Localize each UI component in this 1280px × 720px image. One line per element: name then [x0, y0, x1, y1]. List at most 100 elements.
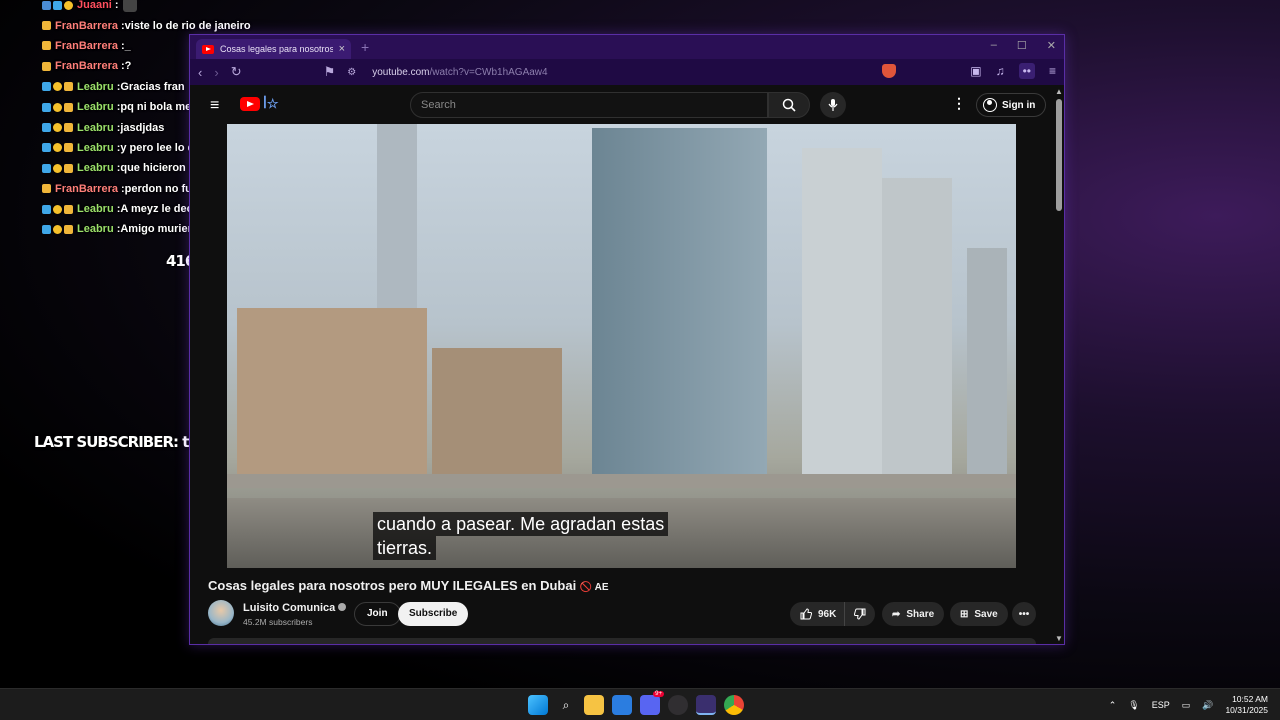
description-box[interactable] — [208, 638, 1036, 644]
obs-icon[interactable] — [668, 695, 688, 715]
chrome-icon[interactable] — [724, 695, 744, 715]
chat-username: FranBarrera — [55, 39, 118, 52]
coin-badge-icon — [53, 82, 62, 92]
thumbs-down-icon — [854, 608, 866, 620]
youtube-doodle-icon[interactable]: ꟾ☆ — [263, 96, 279, 112]
channel-name[interactable]: Luisito Comunica — [243, 602, 347, 614]
far-tower — [967, 248, 1007, 488]
white-tower-right — [882, 178, 952, 488]
caption-line-1: cuando a pasear. Me agradan estas — [373, 512, 669, 536]
subscriber-count: 45.2M subscribers — [243, 617, 313, 627]
chevron-up-icon[interactable]: ⌃ — [1109, 700, 1117, 711]
crown-badge-icon — [64, 123, 73, 133]
coin-badge-icon — [53, 143, 62, 153]
bookmark-icon[interactable]: ⚑ — [324, 64, 336, 80]
video-player[interactable]: cuando a pasear. Me agradan estas tierra… — [227, 124, 1016, 568]
tab-close-icon[interactable]: × — [339, 43, 345, 55]
language-indicator[interactable]: ESP — [1152, 700, 1170, 710]
file-explorer-icon[interactable] — [584, 695, 604, 715]
reload-icon[interactable]: ↻ — [231, 64, 242, 80]
chat-username: Leabru — [77, 141, 114, 154]
channel-name-text: Luisito Comunica — [243, 602, 336, 614]
chat-text: viste lo de rio de janeiro — [124, 19, 251, 32]
save-button[interactable]: ⊞ Save — [950, 602, 1008, 626]
channel-avatar[interactable] — [208, 600, 234, 626]
background-tower — [377, 124, 417, 328]
cube-badge-icon — [42, 163, 51, 173]
scroll-thumb[interactable] — [1056, 99, 1062, 211]
network-icon[interactable]: ▭ — [1182, 700, 1191, 711]
chat-message: Juaani: — [42, 0, 342, 15]
chat-badges — [42, 224, 73, 234]
wallet-icon[interactable]: •• — [1018, 63, 1035, 79]
like-button[interactable]: 96K — [790, 602, 847, 626]
chat-username: Leabru — [77, 223, 114, 236]
microphone-tray-icon[interactable]: 🎙 — [1128, 700, 1139, 711]
new-tab-button[interactable]: + — [361, 39, 369, 55]
minimize-button[interactable]: – — [991, 39, 997, 52]
join-button[interactable]: Join — [354, 602, 401, 626]
coin-badge-icon — [53, 224, 62, 234]
chat-emote-icon — [122, 0, 137, 13]
coin-badge-icon — [64, 0, 73, 10]
chat-badges — [42, 184, 51, 194]
search-button[interactable] — [768, 92, 810, 118]
address-bar[interactable]: youtube.com/watch?v=CWb1hAGAaw4 — [372, 67, 547, 78]
chat-badges — [42, 123, 73, 133]
subscribe-button[interactable]: Subscribe — [398, 602, 469, 626]
youtube-logo-icon[interactable] — [240, 97, 260, 111]
start-icon[interactable] — [528, 695, 548, 715]
like-count: 96K — [818, 608, 837, 620]
close-window-button[interactable]: ✕ — [1047, 39, 1056, 52]
sign-in-button[interactable]: Sign in — [976, 93, 1047, 117]
share-button[interactable]: ➦ Share — [882, 602, 945, 626]
brave-shield-icon[interactable] — [882, 64, 897, 78]
hamburger-menu-icon[interactable]: ≡ — [210, 97, 219, 115]
search-taskbar-icon[interactable]: ⌕ — [556, 695, 576, 715]
page-scrollbar[interactable]: ▲ ▼ — [1055, 87, 1063, 643]
share-icon: ➦ — [892, 608, 901, 620]
brave-browser-icon[interactable] — [696, 695, 716, 715]
url-path: /watch?v=CWb1hAGAaw4 — [429, 66, 548, 78]
maximize-button[interactable]: ☐ — [1017, 39, 1027, 52]
menu-icon[interactable]: ≡ — [1049, 64, 1056, 78]
browser-window: Cosas legales para nosotros pero MUY ILE… — [189, 34, 1065, 645]
crown-badge-icon — [64, 224, 73, 234]
voice-search-button[interactable] — [820, 92, 846, 118]
back-icon[interactable]: ‹ — [198, 65, 202, 80]
youtube-page: ≡ ꟾ☆ Search ⋮ Sign in cuando a pasear. M… — [190, 85, 1056, 644]
crown-badge-icon — [64, 82, 73, 92]
account-icon — [983, 98, 997, 112]
crown-badge-icon — [64, 102, 73, 112]
reader-mode-icon[interactable]: ▣ — [970, 64, 981, 78]
browser-tab[interactable]: Cosas legales para nosotros pero MUY ILE… — [196, 39, 351, 59]
store-icon[interactable] — [612, 695, 632, 715]
settings-kebab-icon[interactable]: ⋮ — [952, 95, 966, 112]
white-tower-left — [802, 148, 882, 488]
chat-username: Leabru — [77, 203, 114, 216]
media-icon[interactable]: ♫ — [996, 64, 1005, 78]
scroll-up-icon[interactable]: ▲ — [1055, 87, 1063, 96]
chat-separator: : — [114, 0, 119, 12]
chat-username: Leabru — [77, 121, 114, 134]
site-settings-icon[interactable]: ⚙ — [347, 67, 356, 78]
chat-badges — [42, 163, 73, 173]
forward-icon[interactable]: › — [214, 65, 218, 80]
taskbar: ⌕ 9+ ⌃ 🎙 ESP ▭ 🔊 10:52 AM 10/31/2025 — [0, 688, 1280, 720]
coin-badge-icon — [53, 123, 62, 133]
thumbs-up-icon — [800, 608, 812, 620]
clock[interactable]: 10:52 AM 10/31/2025 — [1225, 694, 1268, 716]
dislike-button[interactable] — [844, 602, 875, 626]
scroll-down-icon[interactable]: ▼ — [1055, 634, 1063, 643]
crown-badge-icon — [64, 143, 73, 153]
subtitle-caption: cuando a pasear. Me agradan estas tierra… — [373, 512, 669, 560]
discord-icon[interactable]: 9+ — [640, 691, 664, 715]
chat-badges — [42, 143, 73, 153]
search-input[interactable]: Search — [410, 92, 768, 118]
chat-badges — [42, 0, 73, 10]
more-actions-button[interactable]: ••• — [1012, 602, 1036, 626]
chat-text: Gracias fran — [120, 80, 185, 93]
volume-icon[interactable]: 🔊 — [1202, 700, 1213, 711]
chat-text: _ — [124, 39, 131, 52]
crown-badge-icon — [42, 184, 51, 194]
